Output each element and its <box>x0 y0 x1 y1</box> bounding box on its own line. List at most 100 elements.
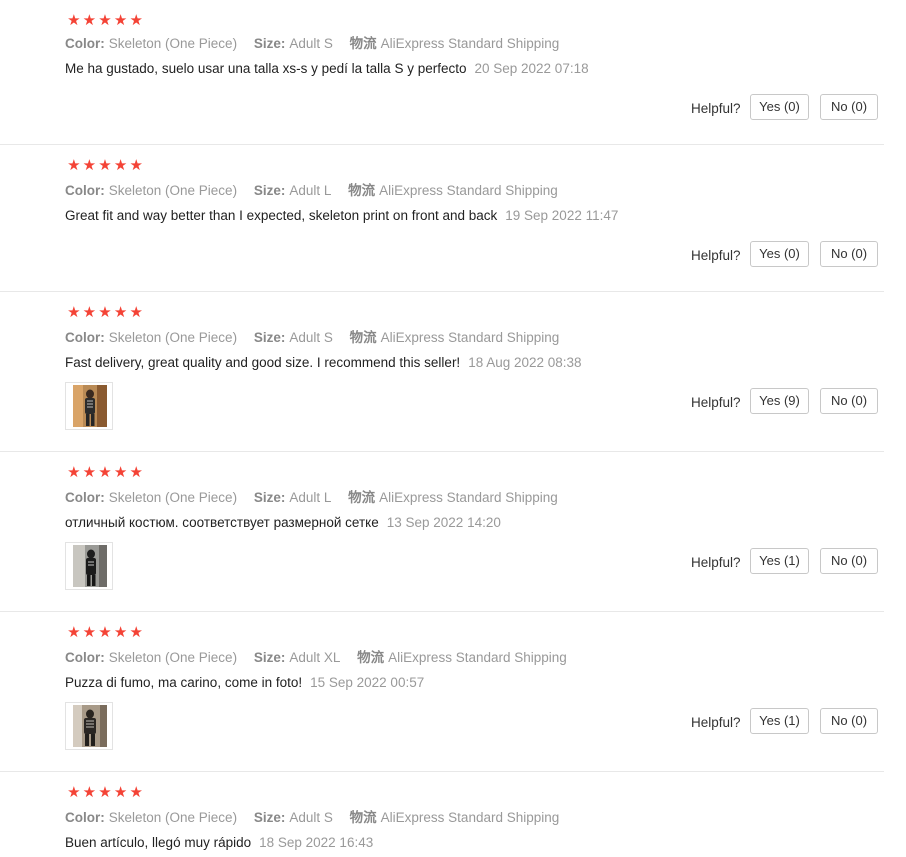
review-item: ★ ★ ★ ★ ★ Color: Skeleton (One Piece) Size: Ad… <box>0 772 884 857</box>
star-icon: ★ <box>129 157 143 174</box>
star-icon: ★ <box>113 157 128 174</box>
shipping-label: 物流 <box>348 490 376 505</box>
helpful-label: Helpful? <box>691 248 741 263</box>
review-text: Fast delivery, great quality and good si… <box>65 355 461 370</box>
review-meta: Color: Skeleton (One Piece) Size: Adult S … <box>65 329 572 347</box>
star-rating: ★ ★ ★ ★ ★ <box>66 158 144 174</box>
size-label: Size: <box>253 330 286 345</box>
review-photo-thumbnail[interactable] <box>65 702 113 750</box>
star-icon: ★ <box>67 624 81 641</box>
review-text: Me ha gustado, suelo usar una talla xs-s… <box>65 61 467 76</box>
review-content: Me ha gustado, suelo usar una talla xs-s… <box>65 60 589 78</box>
shipping-value: AliExpress Standard Shipping <box>379 490 558 505</box>
review-content: Great fit and way better than I expected… <box>65 207 618 225</box>
helpful-no-button[interactable]: No (0) <box>820 708 878 734</box>
star-icon: ★ <box>82 304 97 321</box>
helpful-no-button[interactable]: No (0) <box>820 388 878 414</box>
helpful-no-button[interactable]: No (0) <box>820 548 878 574</box>
star-icon: ★ <box>82 464 97 481</box>
review-date: 18 Sep 2022 16:43 <box>259 835 374 850</box>
shipping-value: AliExpress Standard Shipping <box>379 183 558 198</box>
review-meta: Color: Skeleton (One Piece) Size: Adult S … <box>65 35 572 53</box>
star-icon: ★ <box>98 304 112 321</box>
color-label: Color: <box>65 330 105 345</box>
review-item: ★ ★ ★ ★ ★ Color: Skeleton (One Piece) Size: Ad… <box>0 145 884 292</box>
size-value: Adult S <box>289 810 333 825</box>
helpful-label: Helpful? <box>691 395 741 410</box>
star-icon: ★ <box>98 784 112 801</box>
review-photo <box>73 385 107 427</box>
shipping-label: 物流 <box>357 650 385 665</box>
size-value: Adult L <box>289 183 332 198</box>
shipping-label: 物流 <box>348 183 376 198</box>
size-value: Adult XL <box>289 650 341 665</box>
size-label: Size: <box>253 183 286 198</box>
shipping-label: 物流 <box>349 810 377 825</box>
star-icon: ★ <box>113 464 128 481</box>
star-rating: ★ ★ ★ ★ ★ <box>66 785 144 801</box>
review-content: Fast delivery, great quality and good si… <box>65 354 582 372</box>
shipping-value: AliExpress Standard Shipping <box>388 650 567 665</box>
review-item: ★ ★ ★ ★ ★ Color: Skeleton (One Piece) Size: Ad… <box>0 612 884 772</box>
star-rating: ★ ★ ★ ★ ★ <box>66 625 144 641</box>
helpful-label: Helpful? <box>691 715 741 730</box>
review-date: 13 Sep 2022 14:20 <box>386 515 501 530</box>
star-icon: ★ <box>98 12 112 29</box>
shipping-label: 物流 <box>349 36 377 51</box>
star-icon: ★ <box>113 304 128 321</box>
helpful-yes-button[interactable]: Yes (1) <box>750 708 809 734</box>
review-date: 19 Sep 2022 11:47 <box>505 208 619 223</box>
star-icon: ★ <box>98 464 112 481</box>
helpful-no-button[interactable]: No (0) <box>820 241 878 267</box>
size-value: Adult S <box>289 330 333 345</box>
star-icon: ★ <box>67 464 81 481</box>
helpful-label: Helpful? <box>691 555 741 570</box>
star-rating: ★ ★ ★ ★ ★ <box>66 13 144 29</box>
helpful-yes-button[interactable]: Yes (9) <box>750 388 809 414</box>
review-text: Buen artículo, llegó muy rápido <box>65 835 252 850</box>
review-meta: Color: Skeleton (One Piece) Size: Adult L … <box>65 489 571 507</box>
color-label: Color: <box>65 490 105 505</box>
helpful-yes-button[interactable]: Yes (0) <box>750 94 809 120</box>
star-icon: ★ <box>67 157 81 174</box>
review-photo-thumbnail[interactable] <box>65 542 113 590</box>
color-value: Skeleton (One Piece) <box>108 810 238 825</box>
size-label: Size: <box>253 650 286 665</box>
color-label: Color: <box>65 810 105 825</box>
color-value: Skeleton (One Piece) <box>108 36 238 51</box>
review-content: Puzza di fumo, ma carino, come in foto! 1… <box>65 674 424 692</box>
star-icon: ★ <box>113 624 128 641</box>
helpful-label: Helpful? <box>691 101 741 116</box>
star-icon: ★ <box>82 157 97 174</box>
helpful-yes-button[interactable]: Yes (1) <box>750 548 809 574</box>
review-item: ★ ★ ★ ★ ★ Color: Skeleton (One Piece) Size: Ad… <box>0 292 884 452</box>
shipping-label: 物流 <box>349 330 377 345</box>
shipping-value: AliExpress Standard Shipping <box>380 810 560 825</box>
star-icon: ★ <box>67 304 81 321</box>
review-meta: Color: Skeleton (One Piece) Size: Adult L … <box>65 182 571 200</box>
review-photo-thumbnail[interactable] <box>65 382 113 430</box>
review-date: 15 Sep 2022 00:57 <box>310 675 425 690</box>
star-icon: ★ <box>129 304 143 321</box>
helpful-no-button[interactable]: No (0) <box>820 94 878 120</box>
color-value: Skeleton (One Piece) <box>108 183 238 198</box>
color-value: Skeleton (One Piece) <box>108 330 238 345</box>
star-icon: ★ <box>67 784 81 801</box>
color-label: Color: <box>65 36 105 51</box>
star-icon: ★ <box>113 784 128 801</box>
color-value: Skeleton (One Piece) <box>108 490 238 505</box>
review-date: 18 Aug 2022 08:38 <box>468 355 582 370</box>
helpful-yes-button[interactable]: Yes (0) <box>750 241 809 267</box>
review-meta: Color: Skeleton (One Piece) Size: Adult XL… <box>65 649 580 667</box>
shipping-value: AliExpress Standard Shipping <box>380 36 560 51</box>
color-value: Skeleton (One Piece) <box>108 650 238 665</box>
star-icon: ★ <box>67 12 81 29</box>
review-date: 20 Sep 2022 07:18 <box>474 61 589 76</box>
review-photo <box>73 545 107 587</box>
size-value: Adult S <box>289 36 333 51</box>
star-icon: ★ <box>98 624 112 641</box>
color-label: Color: <box>65 650 105 665</box>
review-item: ★ ★ ★ ★ ★ Color: Skeleton (One Piece) Size: Ad… <box>0 0 884 145</box>
review-photo <box>73 705 107 747</box>
star-icon: ★ <box>113 12 128 29</box>
